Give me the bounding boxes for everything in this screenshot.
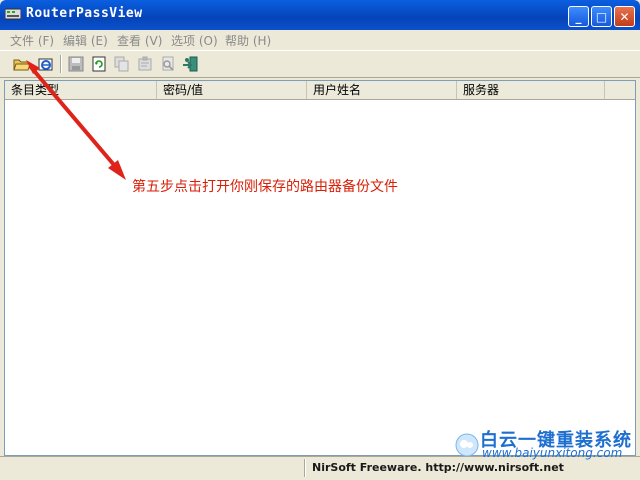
open-ie-icon	[38, 58, 53, 71]
save-icon	[68, 56, 84, 72]
find-button[interactable]	[158, 55, 178, 73]
open-folder-icon	[13, 59, 31, 71]
toolbar	[0, 50, 640, 78]
column-password-value[interactable]: 密码/值	[157, 81, 307, 99]
menu-options[interactable]: 选项 (O)	[171, 32, 218, 49]
refresh-button[interactable]	[89, 55, 109, 73]
menu-bar: 文件 (F) 编辑 (E) 查看 (V) 选项 (O) 帮助 (H)	[0, 30, 640, 50]
app-window: RouterPassView _ □ ✕ 文件 (F) 编辑 (E) 查看 (V…	[0, 0, 640, 480]
watermark-url: www.baiyunxitong.com	[482, 446, 623, 460]
window-title: RouterPassView	[26, 6, 143, 21]
save-button[interactable]	[66, 55, 86, 73]
refresh-icon	[92, 56, 106, 72]
open-ie-button[interactable]	[36, 55, 56, 73]
minimize-button[interactable]: _	[568, 6, 589, 27]
status-separator	[304, 459, 306, 477]
column-user-name[interactable]: 用户姓名	[307, 81, 457, 99]
close-icon: ✕	[619, 9, 630, 24]
menu-help[interactable]: 帮助 (H)	[225, 32, 271, 49]
results-list[interactable]: 条目类型 密码/值 用户姓名 服务器	[4, 80, 636, 456]
maximize-icon: □	[595, 9, 608, 24]
open-file-button[interactable]	[12, 55, 32, 73]
toolbar-separator	[60, 55, 62, 73]
copy-button[interactable]	[112, 55, 132, 73]
menu-view[interactable]: 查看 (V)	[117, 32, 162, 49]
properties-button[interactable]	[135, 55, 155, 73]
annotation-text: 第五步点击打开你刚保存的路由器备份文件	[132, 179, 398, 195]
cloud-logo-icon	[455, 433, 479, 457]
properties-icon	[138, 56, 152, 71]
title-bar[interactable]: RouterPassView _ □ ✕	[0, 0, 640, 30]
close-button[interactable]: ✕	[614, 6, 635, 27]
column-server[interactable]: 服务器	[457, 81, 605, 99]
app-icon	[5, 8, 21, 20]
column-entry-type[interactable]: 条目类型	[5, 81, 157, 99]
minimize-icon: _	[575, 9, 582, 24]
exit-button[interactable]	[181, 55, 201, 73]
status-text: NirSoft Freeware. http://www.nirsoft.net	[312, 461, 564, 474]
list-header: 条目类型 密码/值 用户姓名 服务器	[5, 81, 635, 100]
copy-icon	[114, 56, 129, 72]
exit-icon	[183, 56, 198, 72]
menu-edit[interactable]: 编辑 (E)	[63, 32, 108, 49]
find-icon	[162, 56, 174, 71]
maximize-button[interactable]: □	[591, 6, 612, 27]
menu-file[interactable]: 文件 (F)	[10, 32, 54, 49]
